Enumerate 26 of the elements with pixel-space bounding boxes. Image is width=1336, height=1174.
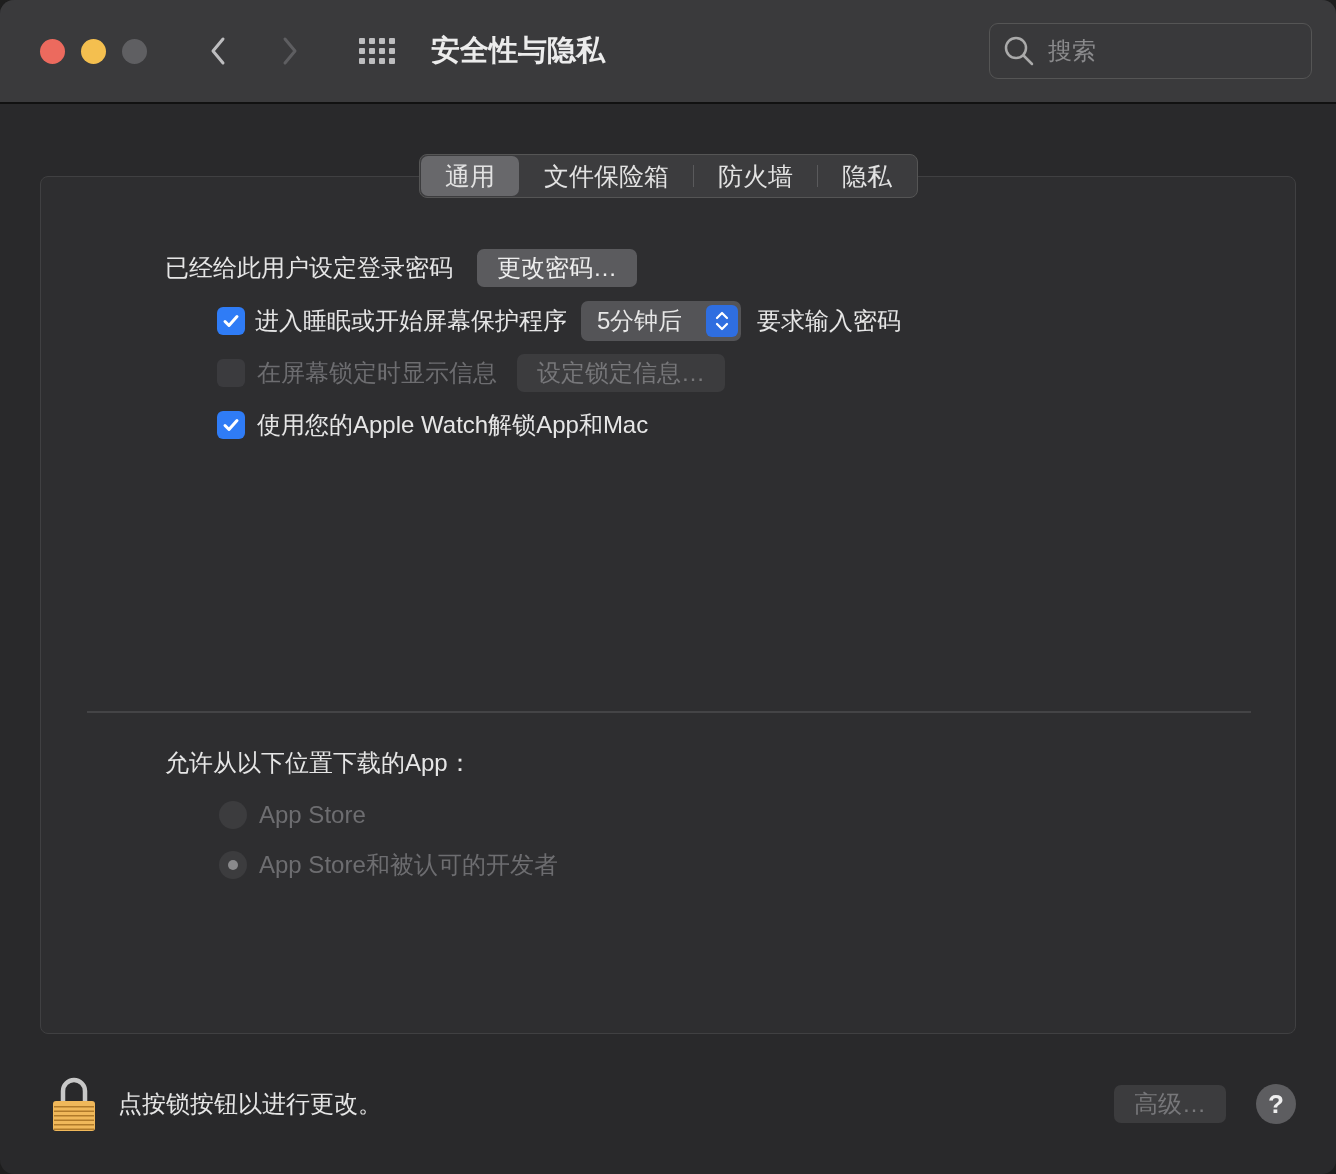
option-suffix: 要求输入密码 <box>757 306 902 336</box>
window-control-dot[interactable] <box>81 38 106 64</box>
window-title: 安全性与隐私 <box>431 33 605 69</box>
window-control-dot[interactable] <box>122 38 147 64</box>
option-label: 进入睡眠或开始屏幕保护程序 <box>255 306 567 336</box>
lock-hint: 点按锁按钮以进行更改。 <box>118 1089 382 1119</box>
tab[interactable]: 隐私 <box>817 156 916 196</box>
downloads-label: 允许从以下位置下载的App： <box>165 747 473 778</box>
window-control-dot[interactable] <box>40 38 65 64</box>
radio-label: App Store和被认可的开发者 <box>259 849 558 880</box>
delay-select[interactable]: 5分钟后 <box>581 301 742 341</box>
password-label: 已经给此用户设定登录密码 <box>165 253 453 283</box>
change-password-button[interactable]: 更改密码… <box>477 249 637 287</box>
option-label: 在屏幕锁定时显示信息 <box>257 358 497 388</box>
tab[interactable]: 通用 <box>420 156 519 196</box>
checkbox[interactable] <box>217 307 245 335</box>
stepper-icon <box>706 305 739 337</box>
help-button[interactable]: ? <box>1256 1084 1296 1124</box>
tab[interactable]: 防火墙 <box>693 156 817 196</box>
radio-label: App Store <box>259 799 366 830</box>
search-field[interactable]: 搜索 <box>989 23 1312 79</box>
padlock-icon[interactable] <box>50 1075 98 1133</box>
tab[interactable]: 文件保险箱 <box>519 156 693 196</box>
checkbox[interactable] <box>217 411 245 439</box>
option-label: 使用您的Apple Watch解锁App和Mac <box>257 410 649 440</box>
grid-icon[interactable] <box>359 38 395 64</box>
